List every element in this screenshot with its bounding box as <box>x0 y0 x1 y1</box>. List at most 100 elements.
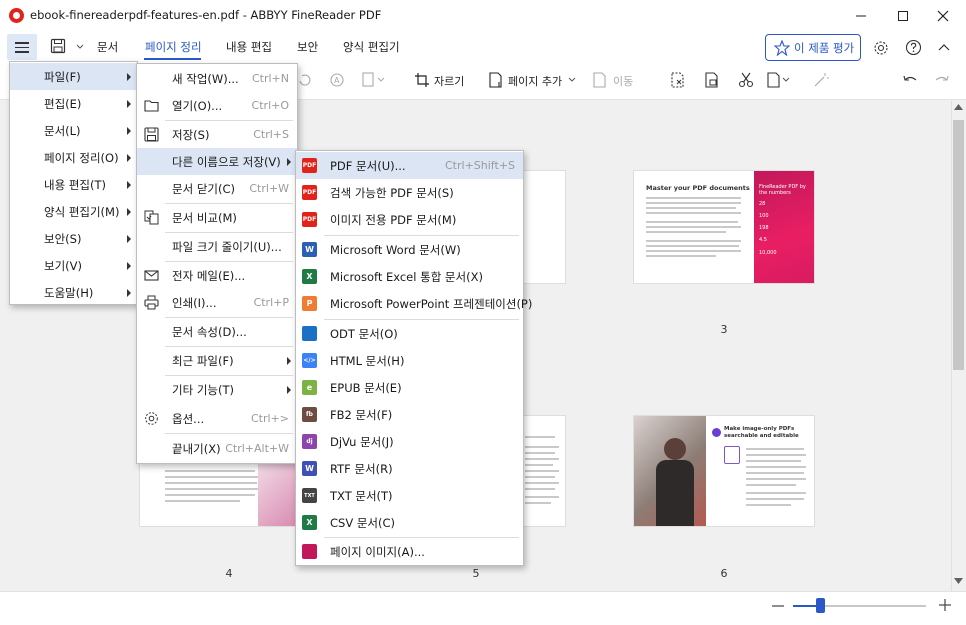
save-as-odt[interactable]: ODT 문서(O) <box>296 320 523 347</box>
file-menu-exit[interactable]: 끝내기(X) Ctrl+Alt+W <box>137 435 297 462</box>
main-menu-form-editor[interactable]: 양식 편집기(M) <box>10 198 137 225</box>
save-as-image-only-pdf[interactable]: PDF 이미지 전용 PDF 문서(M) <box>296 206 523 233</box>
zoom-in-icon[interactable] <box>939 599 951 611</box>
main-menu-edit[interactable]: 편집(E) <box>10 90 137 117</box>
file-menu-reduce-size[interactable]: 파일 크기 줄이기(U)... <box>137 233 297 260</box>
main-menu-document[interactable]: 문서(L) <box>10 117 137 144</box>
save-as-rtf[interactable]: W RTF 문서(R) <box>296 455 523 482</box>
crop-icon[interactable] <box>414 72 430 88</box>
rate-product-button[interactable]: 이 제품 평가 <box>765 34 861 61</box>
collapse-ribbon-chevron-icon[interactable] <box>938 43 950 51</box>
save-icon[interactable] <box>50 38 66 54</box>
powerpoint-file-icon: P <box>302 296 317 311</box>
page-thumbnail-6[interactable]: Make image-only PDFs searchable and edit… <box>634 416 814 526</box>
save-as-powerpoint[interactable]: P Microsoft PowerPoint 프레젠테이션(P) <box>296 290 532 317</box>
help-icon[interactable] <box>905 39 922 56</box>
recognize-icon[interactable]: A <box>329 73 345 87</box>
zoom-out-icon[interactable] <box>772 604 784 608</box>
folder-icon <box>144 100 159 112</box>
undo-icon[interactable] <box>902 74 918 86</box>
file-menu-print[interactable]: 인쇄(I)... Ctrl+P <box>137 289 297 316</box>
save-as-pdf[interactable]: PDF PDF 문서(U)... Ctrl+Shift+S <box>296 152 523 179</box>
window-title: ebook-finereaderpdf-features-en.pdf - AB… <box>30 8 382 22</box>
main-menu-page-organize[interactable]: 페이지 정리(O) <box>10 144 137 171</box>
redo-icon[interactable] <box>934 74 950 86</box>
tab-security[interactable]: 보안 <box>297 39 318 55</box>
thumb6-photo <box>634 416 706 526</box>
abbyy-app-icon <box>9 8 24 23</box>
file-menu-compare-documents[interactable]: 문서 비교(M) <box>137 204 297 231</box>
svg-text:A: A <box>334 76 340 85</box>
file-menu-close-document[interactable]: 문서 닫기(C) Ctrl+W <box>137 175 297 202</box>
minimize-button[interactable] <box>838 0 884 32</box>
file-menu-options[interactable]: 옵션... Ctrl+> <box>137 405 297 432</box>
move-button-label[interactable]: 이동 <box>613 73 633 89</box>
tab-page-organize[interactable]: 페이지 정리 <box>145 39 202 55</box>
crop-button-label[interactable]: 자르기 <box>434 73 464 89</box>
save-as-word[interactable]: W Microsoft Word 문서(W) <box>296 236 523 263</box>
scroll-down-arrow-icon[interactable] <box>954 578 963 584</box>
pdf-file-icon: PDF <box>302 158 317 173</box>
excel-file-icon: X <box>302 269 317 284</box>
active-tab-indicator <box>144 58 201 60</box>
file-menu-save[interactable]: 저장(S) Ctrl+S <box>137 121 297 148</box>
file-menu-open[interactable]: 열기(O)... Ctrl+O <box>137 92 297 119</box>
extract-page-icon[interactable] <box>704 72 720 88</box>
main-menu-button[interactable] <box>7 34 37 60</box>
save-as-page-images[interactable]: 페이지 이미지(A)... <box>296 538 523 565</box>
settings-gear-icon[interactable] <box>873 40 889 56</box>
main-menu-file[interactable]: 파일(F) <box>10 63 137 90</box>
cut-scissors-icon[interactable] <box>738 72 754 88</box>
file-menu: 새 작업(W)... Ctrl+N 열기(O)... Ctrl+O 저장(S) Ctr… <box>136 63 298 464</box>
maximize-icon <box>898 11 908 21</box>
word-file-icon: W <box>302 242 317 257</box>
magic-wand-icon[interactable] <box>813 72 829 88</box>
file-menu-save-as[interactable]: 다른 이름으로 저장(V) <box>137 148 297 175</box>
page-layout-dropdown-icon[interactable] <box>766 72 792 88</box>
rotate-icon[interactable] <box>297 73 311 87</box>
file-menu-recent-files[interactable]: 최근 파일(F) <box>137 347 297 374</box>
save-as-csv[interactable]: X CSV 문서(C) <box>296 509 523 536</box>
save-as-txt[interactable]: TXT TXT 문서(T) <box>296 482 523 509</box>
main-menu-security[interactable]: 보안(S) <box>10 225 137 252</box>
file-menu-other-features[interactable]: 기타 기능(T) <box>137 376 297 403</box>
save-as-searchable-pdf[interactable]: PDF 검색 가능한 PDF 문서(S) <box>296 179 523 206</box>
save-as-excel[interactable]: X Microsoft Excel 통합 문서(X) <box>296 263 523 290</box>
thumb4-photo <box>258 456 296 526</box>
page-thumbnail-3[interactable]: Master your PDF documents FineReader PDF… <box>634 171 814 283</box>
save-dropdown-chevron-icon[interactable] <box>76 44 84 50</box>
html-file-icon: </> <box>302 353 317 368</box>
rate-product-label: 이 제품 평가 <box>794 40 855 55</box>
main-menu-content-edit[interactable]: 내용 편집(T) <box>10 171 137 198</box>
close-button[interactable] <box>920 0 966 32</box>
add-page-dropdown-chevron-icon[interactable] <box>568 77 576 83</box>
page-properties-icon[interactable] <box>362 72 386 88</box>
save-as-djvu[interactable]: dj DjVu 문서(J) <box>296 428 523 455</box>
delete-page-icon[interactable] <box>670 72 686 88</box>
file-menu-new-task[interactable]: 새 작업(W)... Ctrl+N <box>137 65 297 92</box>
save-as-epub[interactable]: e EPUB 문서(E) <box>296 374 523 401</box>
epub-file-icon: e <box>302 380 317 395</box>
zoom-slider-handle[interactable] <box>816 598 825 613</box>
tab-form-editor[interactable]: 양식 편집기 <box>343 39 400 55</box>
tab-document[interactable]: 문서 <box>97 39 118 55</box>
odt-file-icon <box>302 326 317 341</box>
main-menu-view[interactable]: 보기(V) <box>10 252 137 279</box>
fb2-file-icon: fb <box>302 407 317 422</box>
minimize-icon <box>856 15 866 17</box>
move-page-icon[interactable] <box>592 72 608 88</box>
scrollbar-thumb[interactable] <box>953 120 964 370</box>
add-page-button-label[interactable]: 페이지 추가 <box>508 73 562 89</box>
thumb6-bullet-icon <box>712 428 721 437</box>
file-menu-email[interactable]: 전자 메일(E)... <box>137 262 297 289</box>
save-as-fb2[interactable]: fb FB2 문서(F) <box>296 401 523 428</box>
tab-content-edit[interactable]: 내용 편집 <box>226 39 272 55</box>
scroll-up-arrow-icon[interactable] <box>954 104 963 110</box>
page-number-5: 5 <box>472 567 480 580</box>
add-page-icon[interactable] <box>488 72 504 88</box>
main-menu-help[interactable]: 도움말(H) <box>10 279 137 306</box>
thumb6-heading: Make image-only PDFs searchable and edit… <box>724 426 799 439</box>
save-as-html[interactable]: </> HTML 문서(H) <box>296 347 523 374</box>
pdf-file-icon: PDF <box>302 212 317 227</box>
file-menu-document-properties[interactable]: 문서 속성(D)... <box>137 318 297 345</box>
